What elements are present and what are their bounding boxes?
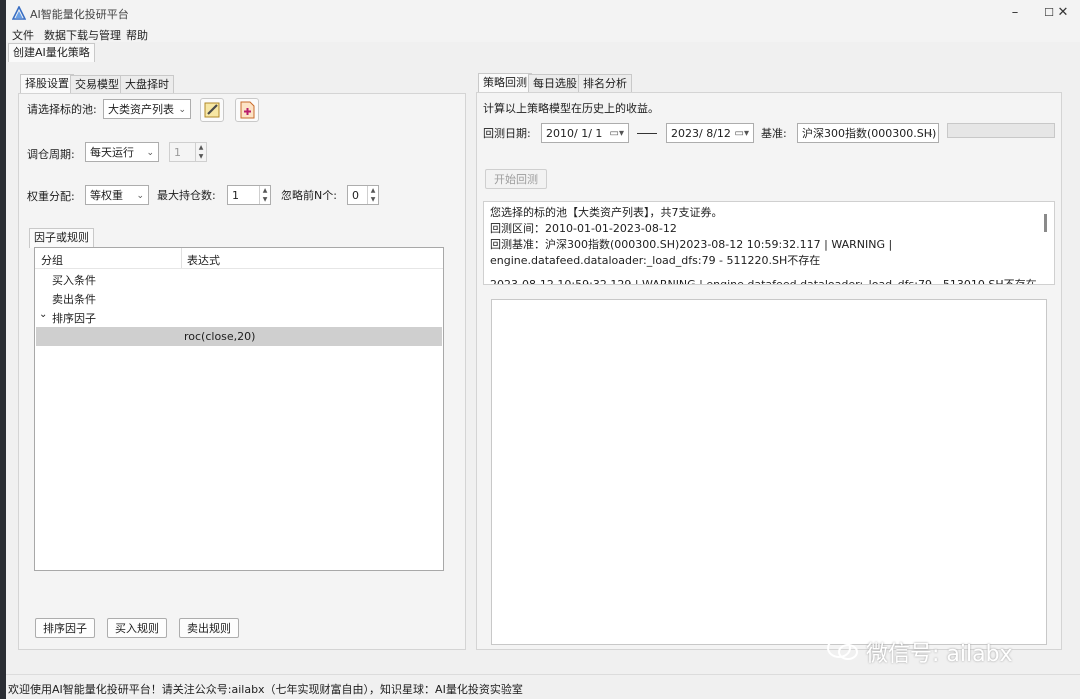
tab-trade-model[interactable]: 交易模型 bbox=[70, 75, 124, 94]
start-date-picker[interactable]: 2010/ 1/ 1 ▭▾ bbox=[541, 123, 629, 143]
tab-daily-pick[interactable]: 每日选股 bbox=[528, 74, 582, 93]
menu-file[interactable]: 文件 bbox=[12, 27, 34, 43]
spin-arrows-icon[interactable]: ▲ ▼ bbox=[367, 186, 378, 204]
minimize-button[interactable]: – bbox=[998, 0, 1032, 26]
backtest-panel: 计算以上策略模型在历史上的收益。 回测日期: 2010/ 1/ 1 ▭▾ 202… bbox=[476, 92, 1062, 650]
max-hold-value: 1 bbox=[232, 189, 239, 202]
tab-market-timing[interactable]: 大盘择时 bbox=[120, 75, 174, 94]
column-header-expr[interactable]: 表达式 bbox=[187, 252, 220, 268]
log-scrollbar[interactable] bbox=[1044, 214, 1047, 232]
tab-rank-analysis[interactable]: 排名分析 bbox=[578, 74, 632, 93]
spin-arrows-icon[interactable]: ▲ ▼ bbox=[195, 143, 206, 161]
chevron-down-icon: ⌄ bbox=[136, 191, 144, 201]
menu-help[interactable]: 帮助 bbox=[126, 27, 148, 43]
period-num-value: 1 bbox=[174, 146, 181, 159]
ignore-label: 忽略前N个: bbox=[281, 189, 337, 202]
tree-row-buy[interactable]: 买入条件 bbox=[52, 272, 96, 288]
ignore-stepper[interactable]: 0 ▲ ▼ bbox=[347, 185, 379, 205]
tab-factor-rule[interactable]: 因子或规则 bbox=[29, 228, 94, 248]
edit-pool-button[interactable] bbox=[200, 98, 224, 122]
app-logo-icon bbox=[12, 6, 26, 20]
add-file-icon bbox=[240, 101, 255, 119]
period-select[interactable]: 每天运行 ⌄ bbox=[85, 142, 159, 162]
add-sell-rule-button[interactable]: 卖出规则 bbox=[179, 618, 239, 638]
wechat-icon bbox=[827, 638, 858, 660]
max-hold-label: 最大持仓数: bbox=[157, 189, 216, 202]
pool-label: 请选择标的池: bbox=[27, 103, 97, 116]
benchmark-select[interactable]: 沪深300指数(000300.SH) ⌄ bbox=[797, 123, 939, 143]
window-title: AI智能量化投研平台 bbox=[30, 8, 129, 21]
start-date-value: 2010/ 1/ 1 bbox=[546, 127, 603, 140]
menu-data-download[interactable]: 数据下载与管理 bbox=[44, 27, 121, 43]
max-hold-stepper[interactable]: 1 ▲ ▼ bbox=[227, 185, 271, 205]
status-text: 欢迎使用AI智能量化投研平台！请关注公众号:ailabx（七年实现财富自由），知… bbox=[8, 683, 523, 696]
column-divider bbox=[181, 248, 182, 268]
pencil-edit-icon bbox=[204, 102, 220, 118]
log-output[interactable]: 您选择的标的池【大类资产列表】，共7支证券。 回测区间：2010-01-01-2… bbox=[483, 201, 1055, 285]
title-bar: AI智能量化投研平台 – ☐ ✕ bbox=[6, 0, 1080, 26]
tree-child-expr: roc(close,20) bbox=[184, 330, 256, 343]
main-content: 择股设置 交易模型 大盘择时 请选择标的池: 大类资产列表 ⌄ 调仓周期: 每天… bbox=[6, 62, 1080, 674]
calendar-icon: ▭▾ bbox=[734, 128, 749, 139]
close-window-button[interactable]: ✕ bbox=[1046, 0, 1080, 26]
weight-select-value: 等权重 bbox=[90, 189, 123, 202]
add-buy-rule-button[interactable]: 买入规则 bbox=[107, 618, 167, 638]
watermark-text: 微信号: ailabx bbox=[866, 642, 1013, 667]
period-label: 调仓周期: bbox=[27, 148, 75, 161]
chevron-down-icon: ⌄ bbox=[178, 105, 186, 115]
pool-select-value: 大类资产列表 bbox=[108, 103, 174, 116]
benchmark-label: 基准: bbox=[761, 127, 787, 140]
weight-select[interactable]: 等权重 ⌄ bbox=[85, 185, 149, 205]
log-line: 回测区间：2010-01-01-2023-08-12 bbox=[490, 222, 677, 235]
period-select-value: 每天运行 bbox=[90, 146, 134, 159]
tree-row-sell[interactable]: 卖出条件 bbox=[52, 291, 96, 307]
pool-select[interactable]: 大类资产列表 ⌄ bbox=[103, 99, 191, 119]
menu-bar: 文件 数据下载与管理 帮助 bbox=[6, 26, 1080, 42]
tree-row-sort[interactable]: 排序因子 bbox=[52, 310, 96, 326]
date-range-dash bbox=[637, 133, 657, 134]
main-tab-bar: 创建AI量化策略 bbox=[6, 42, 1080, 63]
stock-selection-panel: 请选择标的池: 大类资产列表 ⌄ 调仓周期: 每天运行 ⌄ 1 ▲ ▼ 权重分配… bbox=[18, 93, 466, 650]
status-bar: 欢迎使用AI智能量化投研平台！请关注公众号:ailabx（七年实现财富自由），知… bbox=[6, 674, 1080, 699]
tree-row-selected[interactable]: roc(close,20) bbox=[36, 327, 442, 346]
period-num-stepper[interactable]: 1 ▲ ▼ bbox=[169, 142, 207, 162]
add-sort-factor-button[interactable]: 排序因子 bbox=[35, 618, 95, 638]
tab-create-strategy[interactable]: 创建AI量化策略 bbox=[8, 43, 95, 63]
factor-tree: 分组 表达式 买入条件 卖出条件 ⌄ 排序因子 roc(close,20) bbox=[34, 247, 444, 571]
benchmark-select-value: 沪深300指数(000300.SH) bbox=[802, 127, 937, 140]
app-window: AI智能量化投研平台 – ☐ ✕ 文件 数据下载与管理 帮助 创建AI量化策略 … bbox=[6, 0, 1080, 699]
tab-backtest[interactable]: 策略回测 bbox=[478, 73, 532, 93]
progress-bar bbox=[947, 123, 1055, 138]
weight-label: 权重分配: bbox=[27, 190, 75, 203]
chart-area bbox=[491, 299, 1047, 645]
ignore-value: 0 bbox=[352, 189, 359, 202]
log-line: 回测基准：沪深300指数(000300.SH)2023-08-12 10:59:… bbox=[490, 238, 893, 251]
spin-arrows-icon[interactable]: ▲ ▼ bbox=[259, 186, 270, 204]
chevron-down-icon: ⌄ bbox=[146, 148, 154, 158]
chevron-down-icon: ⌄ bbox=[926, 129, 934, 139]
chevron-down-icon[interactable]: ⌄ bbox=[39, 309, 47, 320]
column-header-group[interactable]: 分组 bbox=[41, 252, 63, 268]
log-line: 您选择的标的池【大类资产列表】，共7支证券。 bbox=[490, 206, 723, 219]
tree-header: 分组 表达式 bbox=[35, 248, 443, 269]
end-date-value: 2023/ 8/12 bbox=[671, 127, 731, 140]
add-pool-button[interactable] bbox=[235, 98, 259, 122]
log-line: 2023-08-12 10:59:32.129 | WARNING | engi… bbox=[490, 278, 1037, 285]
date-label: 回测日期: bbox=[483, 127, 531, 140]
tab-stock-selection[interactable]: 择股设置 bbox=[20, 74, 74, 94]
backtest-description: 计算以上策略模型在历史上的收益。 bbox=[483, 102, 659, 115]
end-date-picker[interactable]: 2023/ 8/12 ▭▾ bbox=[666, 123, 754, 143]
log-line: engine.datafeed.dataloader:_load_dfs:79 … bbox=[490, 254, 821, 267]
start-backtest-button[interactable]: 开始回测 bbox=[485, 169, 547, 189]
calendar-icon: ▭▾ bbox=[609, 128, 624, 139]
